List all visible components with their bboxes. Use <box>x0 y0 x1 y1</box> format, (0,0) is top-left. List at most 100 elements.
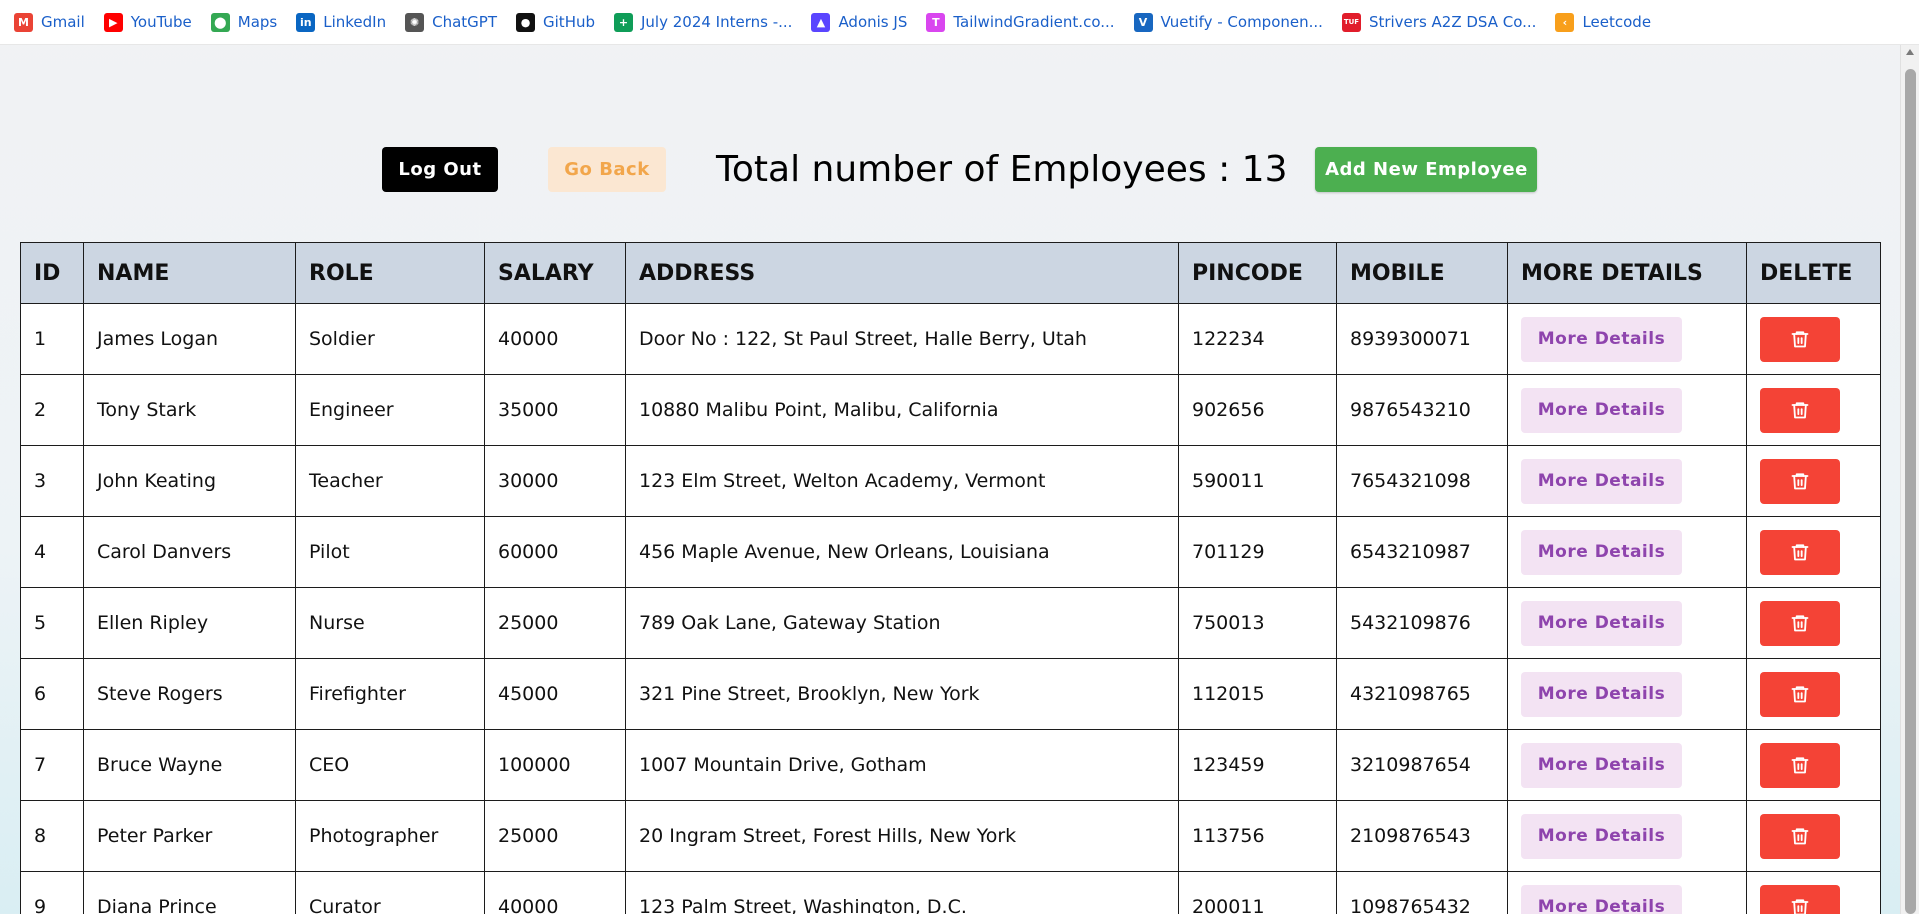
employee-count-heading: Total number of Employees : 13 <box>716 149 1288 190</box>
cell-id: 6 <box>20 658 84 730</box>
cell-mobile: 3210987654 <box>1336 729 1508 801</box>
cell-pincode: 123459 <box>1178 729 1337 801</box>
column-header-more-details: MORE DETAILS <box>1507 242 1747 304</box>
cell-address: 456 Maple Avenue, New Orleans, Louisiana <box>625 516 1179 588</box>
add-new-employee-button[interactable]: Add New Employee <box>1315 147 1538 192</box>
cell-address: 1007 Mountain Drive, Gotham <box>625 729 1179 801</box>
trash-icon <box>1791 473 1809 490</box>
cell-address: 10880 Malibu Point, Malibu, California <box>625 374 1179 446</box>
table-row: 4 Carol Danvers Pilot 60000 456 Maple Avenue… <box>20 516 1881 588</box>
cell-more-details: More Details <box>1507 800 1747 872</box>
more-details-button[interactable]: More Details <box>1521 600 1682 646</box>
bookmark-adonis[interactable]: ▲ Adonis JS <box>811 12 907 32</box>
cell-delete <box>1746 374 1881 446</box>
more-details-button[interactable]: More Details <box>1521 884 1682 914</box>
delete-button[interactable] <box>1760 458 1840 504</box>
delete-button[interactable] <box>1760 813 1840 859</box>
bookmark-tailwindgradient[interactable]: T TailwindGradient.co... <box>926 12 1115 32</box>
cell-pincode: 200011 <box>1178 871 1337 914</box>
bookmark-chatgpt[interactable]: ✺ ChatGPT <box>405 12 497 32</box>
table-row: 9 Diana Prince Curator 40000 123 Palm Street… <box>20 871 1881 914</box>
column-header-id: ID <box>20 242 84 304</box>
cell-pincode: 701129 <box>1178 516 1337 588</box>
cell-salary: 25000 <box>484 800 626 872</box>
cell-salary: 60000 <box>484 516 626 588</box>
delete-button[interactable] <box>1760 316 1840 362</box>
go-back-button[interactable]: Go Back <box>548 147 666 192</box>
column-header-name: NAME <box>83 242 296 304</box>
cell-delete <box>1746 445 1881 517</box>
bookmark-leetcode[interactable]: ‹ Leetcode <box>1555 12 1651 32</box>
table-row: 2 Tony Stark Engineer 35000 10880 Malibu Poi… <box>20 374 1881 446</box>
cell-mobile: 2109876543 <box>1336 800 1508 872</box>
bookmark-label: GitHub <box>543 13 595 31</box>
cell-salary: 100000 <box>484 729 626 801</box>
more-details-button[interactable]: More Details <box>1521 742 1682 788</box>
bookmark-takeuforward[interactable]: TUF Strivers A2Z DSA Co... <box>1341 12 1536 32</box>
cell-role: Firefighter <box>295 658 485 730</box>
scroll-up-arrow-icon[interactable] <box>1906 49 1914 55</box>
more-details-button[interactable]: More Details <box>1521 458 1682 504</box>
employee-table: ID NAME ROLE SALARY ADDRESS PINCODE MOBI… <box>20 242 1881 914</box>
cell-id: 1 <box>20 303 84 375</box>
cell-more-details: More Details <box>1507 729 1747 801</box>
delete-button[interactable] <box>1760 742 1840 788</box>
bookmark-gmail[interactable]: M Gmail <box>14 12 85 32</box>
cell-delete <box>1746 516 1881 588</box>
scrollbar-thumb[interactable] <box>1905 69 1916 914</box>
takeuforward-icon: TUF <box>1341 12 1361 32</box>
cell-address: 123 Palm Street, Washington, D.C. <box>625 871 1179 914</box>
bookmark-vuetify[interactable]: V Vuetify - Componen... <box>1133 12 1323 32</box>
bookmark-label: TailwindGradient.co... <box>953 13 1115 31</box>
cell-pincode: 590011 <box>1178 445 1337 517</box>
cell-name: Ellen Ripley <box>83 587 296 659</box>
cell-id: 9 <box>20 871 84 914</box>
cell-name: Bruce Wayne <box>83 729 296 801</box>
more-details-button[interactable]: More Details <box>1521 316 1682 362</box>
cell-delete <box>1746 729 1881 801</box>
delete-button[interactable] <box>1760 884 1840 914</box>
more-details-button[interactable]: More Details <box>1521 387 1682 433</box>
cell-pincode: 113756 <box>1178 800 1337 872</box>
bookmark-label: Gmail <box>41 13 85 31</box>
bookmark-label: July 2024 Interns -... <box>641 13 793 31</box>
table-row: 6 Steve Rogers Firefighter 45000 321 Pine St… <box>20 658 1881 730</box>
github-icon: ● <box>516 12 536 32</box>
cell-mobile: 9876543210 <box>1336 374 1508 446</box>
trash-icon <box>1791 828 1809 845</box>
cell-name: John Keating <box>83 445 296 517</box>
cell-more-details: More Details <box>1507 587 1747 659</box>
cell-id: 3 <box>20 445 84 517</box>
cell-name: Tony Stark <box>83 374 296 446</box>
cell-id: 8 <box>20 800 84 872</box>
bookmark-youtube[interactable]: ▶ YouTube <box>103 12 192 32</box>
bookmark-sheets[interactable]: + July 2024 Interns -... <box>614 12 793 32</box>
more-details-button[interactable]: More Details <box>1521 813 1682 859</box>
bookmark-maps[interactable]: ⬤ Maps <box>210 12 278 32</box>
employee-table-container: ID NAME ROLE SALARY ADDRESS PINCODE MOBI… <box>20 242 1881 914</box>
bookmark-label: Maps <box>237 13 278 31</box>
trash-icon <box>1791 686 1809 703</box>
more-details-button[interactable]: More Details <box>1521 671 1682 717</box>
cell-salary: 40000 <box>484 303 626 375</box>
bookmark-linkedin[interactable]: in LinkedIn <box>296 12 386 32</box>
cell-role: Curator <box>295 871 485 914</box>
cell-address: 789 Oak Lane, Gateway Station <box>625 587 1179 659</box>
youtube-icon: ▶ <box>103 12 123 32</box>
cell-pincode: 122234 <box>1178 303 1337 375</box>
cell-name: Carol Danvers <box>83 516 296 588</box>
action-bar: Log Out Go Back Total number of Employee… <box>382 147 1538 192</box>
delete-button[interactable] <box>1760 671 1840 717</box>
cell-role: Teacher <box>295 445 485 517</box>
cell-name: Peter Parker <box>83 800 296 872</box>
bookmark-github[interactable]: ● GitHub <box>516 12 595 32</box>
delete-button[interactable] <box>1760 387 1840 433</box>
delete-button[interactable] <box>1760 529 1840 575</box>
more-details-button[interactable]: More Details <box>1521 529 1682 575</box>
cell-more-details: More Details <box>1507 445 1747 517</box>
delete-button[interactable] <box>1760 600 1840 646</box>
trash-icon <box>1791 331 1809 348</box>
vertical-scrollbar[interactable] <box>1900 45 1919 914</box>
logout-button[interactable]: Log Out <box>382 147 498 192</box>
column-header-pincode: PINCODE <box>1178 242 1337 304</box>
